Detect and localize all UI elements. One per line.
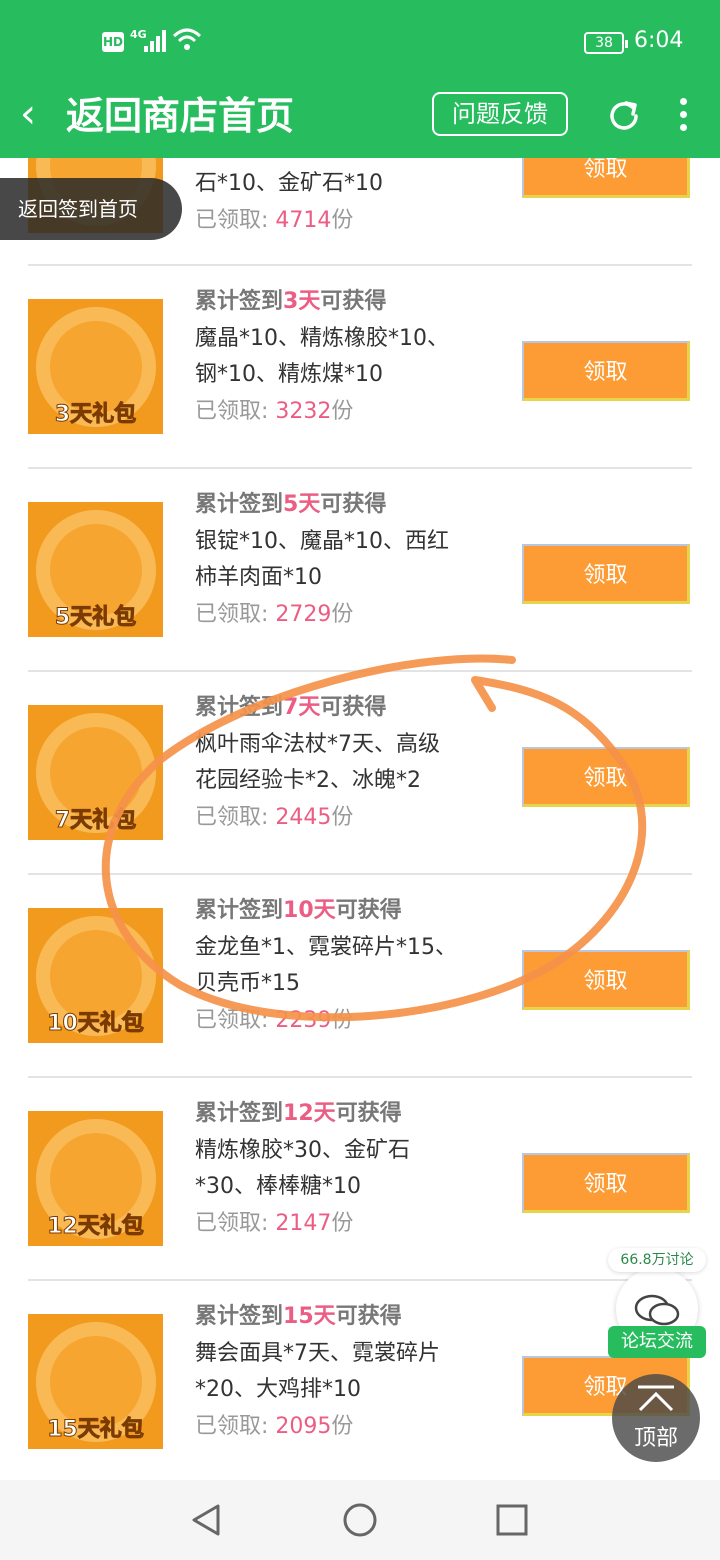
signal-icon [144, 30, 168, 52]
refresh-icon[interactable] [604, 96, 644, 136]
gift-pack-icon: 5天礼包 [28, 502, 163, 637]
reward-text: 银锭*10、魔晶*10、西红 柿羊肉面*10 [195, 529, 449, 590]
claimed-count: 已领取: 3232份 [195, 399, 354, 424]
gift-pack-label: 7天礼包 [54, 808, 137, 834]
nav-home-icon[interactable] [342, 1502, 378, 1538]
reward-text: 金龙鱼*1、霓裳碎片*15、 贝壳币*15 [195, 935, 457, 996]
claimed-count: 已领取: 2729份 [195, 602, 354, 627]
gift-pack-label: 12天礼包 [47, 1214, 145, 1240]
nav-back-icon[interactable] [188, 1502, 224, 1538]
gift-pack-icon: 3天礼包 [28, 299, 163, 434]
page-title[interactable]: 返回商店首页 [66, 90, 294, 142]
app-header: HD 4G 38 6:04 ‹ 返回商店首页 问题反馈 [0, 0, 720, 158]
forum-count: 66.8万讨论 [608, 1248, 706, 1272]
reward-text: 枫叶雨伞法杖*7天、高级 花园经验卡*2、冰魄*2 [195, 732, 440, 793]
gift-pack-label: 3天礼包 [54, 402, 137, 428]
gift-pack-label: 5天礼包 [54, 605, 137, 631]
gift-pack-label: 10天礼包 [47, 1011, 145, 1037]
back-to-top-button[interactable]: 顶部 [612, 1374, 700, 1462]
claim-button[interactable]: 领取 [522, 950, 690, 1010]
clock: 6:04 [634, 28, 684, 53]
status-bar: HD 4G 38 6:04 [0, 0, 720, 86]
item-headline: 累计签到10天可获得 [195, 898, 402, 923]
item-headline: 累计签到7天可获得 [195, 695, 387, 720]
hd-icon: HD [102, 32, 124, 52]
claim-button[interactable]: 领取 [522, 1153, 690, 1213]
wifi-icon [172, 28, 202, 50]
gift-pack-label: 15天礼包 [47, 1417, 145, 1443]
list-item: 10天礼包 累计签到10天可获得金龙鱼*1、霓裳碎片*15、 贝壳币*15 已领取: … [0, 874, 720, 1077]
reward-text: 精炼橡胶*30、金矿石 *30、棒棒糖*10 [195, 1138, 410, 1199]
nav-recents-icon[interactable] [494, 1502, 530, 1538]
claimed-count: 已领取: 2239份 [195, 1008, 354, 1033]
list-item: 7天礼包 累计签到7天可获得枫叶雨伞法杖*7天、高级 花园经验卡*2、冰魄*2 已领取… [0, 671, 720, 874]
claimed-count: 已领取: 2095份 [195, 1414, 354, 1439]
feedback-button[interactable]: 问题反馈 [432, 92, 568, 136]
claim-button[interactable]: 领取 [522, 341, 690, 401]
reward-text: 舞会面具*7天、霓裳碎片 *20、大鸡排*10 [195, 1341, 440, 1402]
back-to-signin-button[interactable]: 返回签到首页 [0, 178, 182, 240]
system-nav-bar [0, 1480, 720, 1560]
item-headline: 累计签到15天可获得 [195, 1304, 402, 1329]
top-label: 顶部 [633, 1426, 678, 1451]
more-menu-icon[interactable] [676, 96, 690, 136]
claimed-count: 已领取: 4714份 [195, 208, 354, 233]
back-icon[interactable]: ‹ [20, 92, 36, 136]
gift-pack-icon: 7天礼包 [28, 705, 163, 840]
reward-text: 石*10、金矿石*10 [195, 171, 383, 196]
claimed-count: 已领取: 2147份 [195, 1211, 354, 1236]
arrow-up-icon [638, 1385, 674, 1412]
battery-icon: 38 [584, 32, 628, 54]
forum-widget[interactable]: 66.8万讨论 论坛交流 [608, 1248, 706, 1360]
gift-pack-icon: 10天礼包 [28, 908, 163, 1043]
claim-button[interactable]: 领取 [522, 544, 690, 604]
claimed-count: 已领取: 2445份 [195, 805, 354, 830]
item-headline: 累计签到12天可获得 [195, 1101, 402, 1126]
list-item: 3天礼包 累计签到3天可获得魔晶*10、精炼橡胶*10、 钢*10、精炼煤*10 已领… [0, 265, 720, 468]
item-headline: 累计签到5天可获得 [195, 492, 387, 517]
gift-pack-icon: 15天礼包 [28, 1314, 163, 1449]
claim-button[interactable]: 领取 [522, 747, 690, 807]
forum-label: 论坛交流 [608, 1326, 706, 1358]
gift-pack-icon: 12天礼包 [28, 1111, 163, 1246]
item-headline: 累计签到3天可获得 [195, 289, 387, 314]
reward-text: 魔晶*10、精炼橡胶*10、 钢*10、精炼煤*10 [195, 326, 449, 387]
list-item: 5天礼包 累计签到5天可获得银锭*10、魔晶*10、西红 柿羊肉面*10 已领取: 2… [0, 468, 720, 671]
